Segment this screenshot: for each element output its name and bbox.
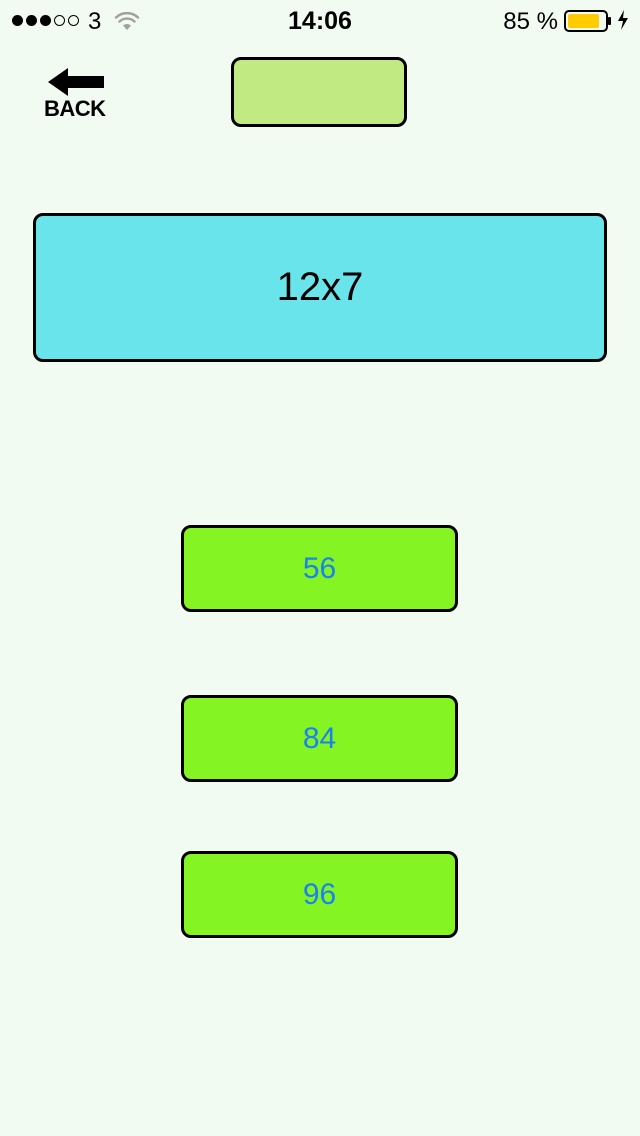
battery-icon [564,10,611,32]
battery-percentage: 85 % [503,8,558,35]
back-label: BACK [44,96,106,121]
arrow-left-icon [48,68,104,96]
question-panel: 12x7 [33,213,607,362]
answer-label: 84 [302,721,337,755]
answer-label: 56 [302,551,337,585]
back-button[interactable]: BACK [40,62,108,124]
answer-label: 96 [302,877,337,911]
answer-button[interactable]: 56 [181,525,458,612]
status-bar: 3 14:06 85 % [0,0,640,40]
score-box [231,57,407,127]
answer-button[interactable]: 84 [181,695,458,782]
answer-button[interactable]: 96 [181,851,458,938]
charging-bolt-icon [618,10,628,30]
question-text: 12x7 [276,265,364,309]
